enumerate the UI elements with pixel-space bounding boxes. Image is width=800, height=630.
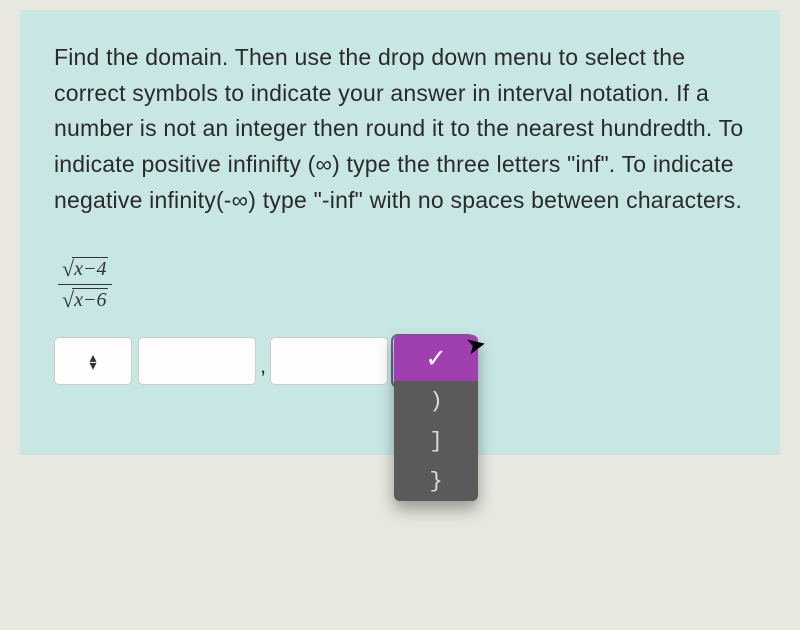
left-value-input[interactable] bbox=[138, 337, 256, 385]
fraction-denominator: √ x−6 bbox=[58, 285, 112, 313]
numerator-radicand: x−4 bbox=[72, 257, 108, 281]
question-text: Find the domain. Then use the drop down … bbox=[54, 40, 746, 218]
interval-comma: , bbox=[260, 353, 266, 385]
expression-fraction: √ x−4 √ x−6 bbox=[58, 256, 112, 313]
denominator-radicand: x−6 bbox=[72, 288, 108, 312]
sqrt-denominator: √ x−6 bbox=[62, 287, 108, 313]
right-bracket-wrapper: ➤ ✓ ) ] } bbox=[394, 337, 472, 385]
right-bracket-dropdown-menu[interactable]: ✓ ) ] } bbox=[394, 335, 478, 501]
right-value-input[interactable] bbox=[270, 337, 388, 385]
fraction-numerator: √ x−4 bbox=[58, 256, 112, 285]
question-panel: Find the domain. Then use the drop down … bbox=[20, 10, 780, 455]
left-bracket-dropdown[interactable]: ▴▾ bbox=[54, 337, 132, 385]
dropdown-option-bracket[interactable]: ] bbox=[394, 421, 478, 461]
answer-row: ▴▾ , ➤ ✓ ) ] } bbox=[54, 337, 746, 385]
check-icon: ✓ bbox=[425, 343, 447, 374]
updown-arrows-icon: ▴▾ bbox=[89, 353, 96, 370]
sqrt-numerator: √ x−4 bbox=[62, 256, 108, 282]
dropdown-option-paren[interactable]: ) bbox=[394, 381, 478, 421]
dropdown-option-brace[interactable]: } bbox=[394, 461, 478, 501]
